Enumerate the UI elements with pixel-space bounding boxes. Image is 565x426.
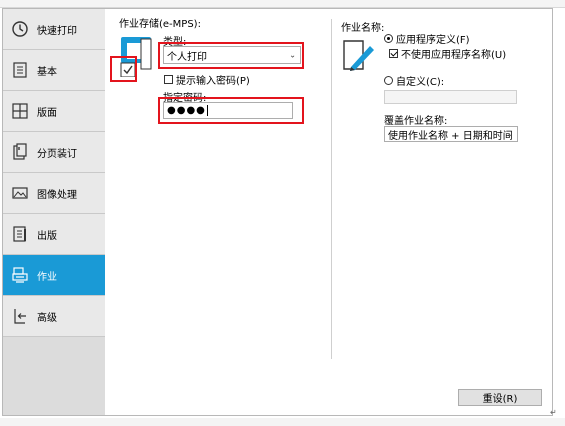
no-app-name-checkbox[interactable]: 不使用应用程序名称(U) bbox=[389, 46, 506, 61]
printer-job-icon bbox=[11, 266, 29, 284]
sidebar-item-label: 作业 bbox=[37, 271, 57, 283]
sidebar-item-label: 高级 bbox=[37, 312, 57, 324]
no-app-name-label: 不使用应用程序名称(U) bbox=[401, 50, 507, 61]
bottom-strip bbox=[0, 418, 565, 426]
custom-name-input[interactable] bbox=[384, 90, 517, 104]
image-icon bbox=[11, 184, 29, 202]
staple-icon bbox=[11, 143, 29, 161]
sidebar-item-layout[interactable]: 版面 bbox=[3, 91, 105, 132]
vertical-divider bbox=[331, 19, 332, 359]
overwrite-job-name-label: 覆盖作业名称: bbox=[384, 116, 448, 127]
sidebar-item-image-processing[interactable]: 图像处理 bbox=[3, 173, 105, 214]
type-select-highlight bbox=[158, 42, 304, 69]
sidebar-item-job[interactable]: 作业 bbox=[3, 255, 105, 296]
sidebar-item-publishing[interactable]: 出版 bbox=[3, 214, 105, 255]
sidebar-item-advanced[interactable]: 高级 bbox=[3, 296, 105, 337]
sidebar-item-label: 版面 bbox=[37, 107, 57, 119]
sidebar: 快速打印 基本 版面 分页装订 图像处理 出版 作业 高级 bbox=[3, 9, 106, 415]
document-pen-icon bbox=[341, 37, 377, 73]
app-defined-radio[interactable]: 应用程序定义(F) bbox=[384, 31, 470, 46]
top-strip bbox=[0, 0, 565, 8]
prompt-password-label: 提示输入密码(P) bbox=[176, 76, 250, 87]
clock-icon bbox=[11, 20, 29, 38]
sidebar-item-label: 快速打印 bbox=[37, 25, 77, 37]
sidebar-item-label: 出版 bbox=[37, 230, 57, 242]
sidebar-item-basic[interactable]: 基本 bbox=[3, 50, 105, 91]
prompt-password-checkbox[interactable]: 提示输入密码(P) bbox=[164, 72, 250, 87]
radio-dot bbox=[384, 34, 393, 43]
custom-name-radio[interactable]: 自定义(C): bbox=[384, 73, 444, 88]
custom-name-label: 自定义(C): bbox=[396, 77, 445, 88]
checkbox-box bbox=[164, 75, 173, 84]
job-settings-panel: 作业存储(e-MPS): 类型: 个人打印 ⌄ 提示输入密码(P) 指定密码: … bbox=[105, 9, 552, 415]
publish-icon bbox=[11, 225, 29, 243]
job-storage-group-label: 作业存储(e-MPS): bbox=[119, 19, 201, 30]
sidebar-item-quick-print[interactable]: 快速打印 bbox=[3, 9, 105, 50]
return-mark: ↵ bbox=[550, 408, 557, 417]
sidebar-item-label: 分页装订 bbox=[37, 148, 77, 160]
sidebar-item-label: 图像处理 bbox=[37, 189, 77, 201]
job-settings-dialog: 快速打印 基本 版面 分页装订 图像处理 出版 作业 高级 作业存储(e-MPS… bbox=[2, 8, 553, 416]
layout-grid-icon bbox=[11, 102, 29, 120]
app-defined-label: 应用程序定义(F) bbox=[396, 35, 470, 46]
chevron-down-icon: ⌄ bbox=[506, 129, 513, 139]
checkbox-box bbox=[389, 49, 398, 58]
document-icon bbox=[11, 61, 29, 79]
job-name-group-label: 作业名称: bbox=[341, 23, 385, 34]
storage-check-highlight bbox=[110, 56, 137, 82]
reset-button[interactable]: 重设(R) bbox=[458, 389, 542, 406]
sidebar-item-label: 基本 bbox=[37, 66, 57, 78]
overwrite-job-name-select[interactable]: 使用作业名称 + 日期和时间 ⌄ bbox=[384, 126, 518, 142]
advanced-arrow-icon bbox=[11, 307, 29, 325]
password-highlight bbox=[158, 97, 304, 124]
sidebar-item-finishing[interactable]: 分页装订 bbox=[3, 132, 105, 173]
overwrite-job-name-value: 使用作业名称 + 日期和时间 bbox=[388, 130, 513, 142]
radio-dot bbox=[384, 76, 393, 85]
